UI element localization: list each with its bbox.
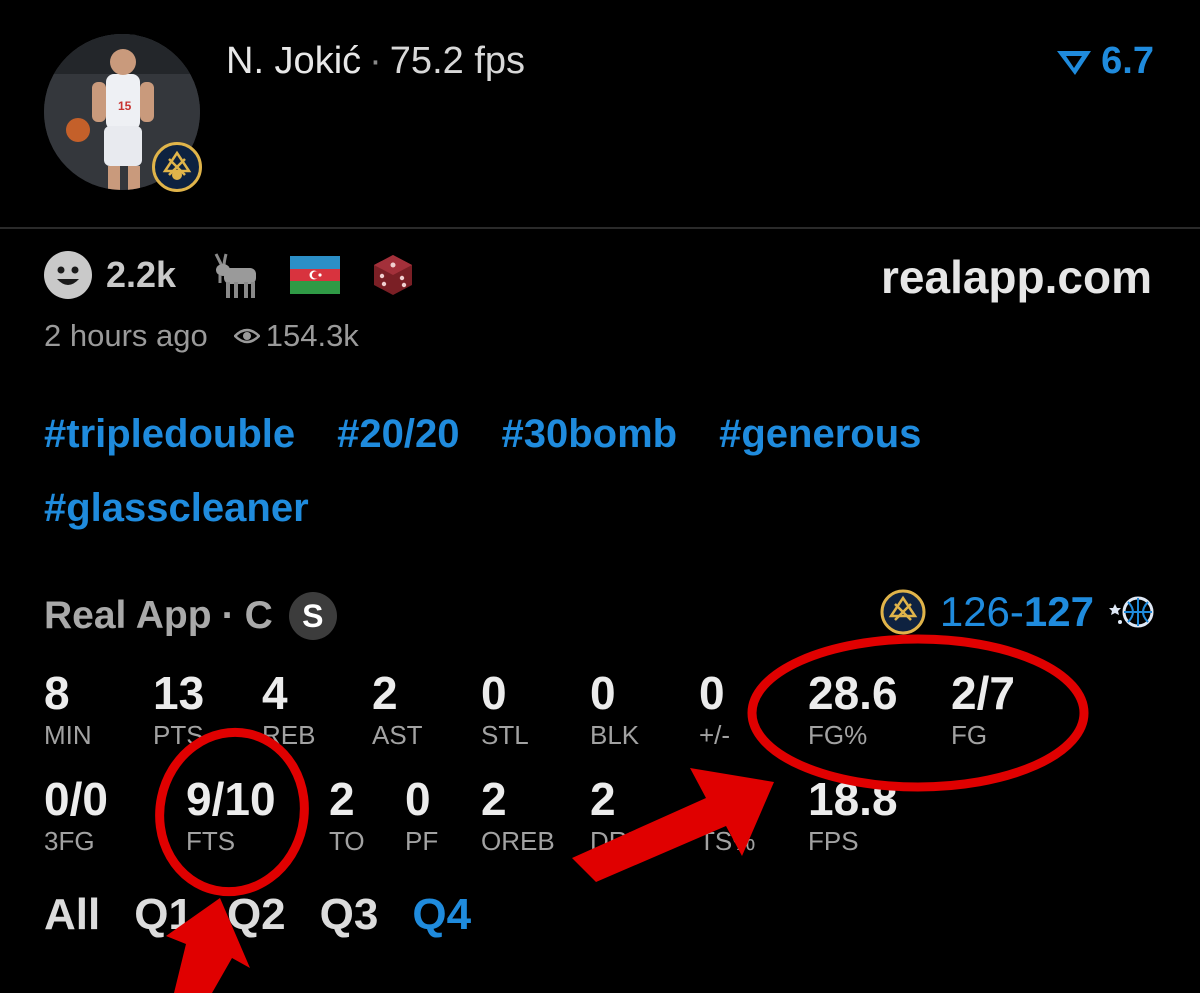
stat-value: 2 [481,773,507,825]
stat-fts: 9/10 FTS [186,774,276,856]
player-name[interactable]: N. Jokić [226,40,361,82]
hashtag[interactable]: #generous [719,408,921,460]
hashtag[interactable]: #30bomb [501,408,677,460]
stat-label: REB [262,720,316,750]
game-score[interactable]: 126-127 [880,588,1156,636]
azerbaijan-flag-icon[interactable] [290,256,341,294]
stat-value: 4 [262,667,288,719]
svg-text:15: 15 [118,99,132,113]
nuggets-logo-icon [152,142,202,192]
hashtag[interactable]: #20/20 [337,408,459,460]
eye-icon [233,326,260,346]
goat-icon[interactable] [210,250,262,300]
stat-stl: 0 STL [481,668,529,750]
stat-label: FG [951,720,988,750]
player-position: C [244,594,273,637]
stat-oreb: 2 OREB [481,774,555,856]
stat-label: 3FG [44,826,95,856]
stat-label: TO [329,826,365,856]
stat-label: PTS [153,720,204,750]
stat-label: TS% [699,826,756,856]
stat-3fg: 0/0 3FG [44,774,108,856]
stat-value: 0 [481,667,507,719]
reaction-count: 2.2k [106,254,177,295]
stat-fps: 18.8 FPS [808,774,898,856]
separator: · [369,40,382,82]
stat-label: +/- [699,720,731,750]
rating-badge[interactable]: 6.7 [1055,40,1154,83]
stat-ts-pct: 77 TS% [699,774,755,856]
stat-fg: 2/7 FG [951,668,1015,750]
separator: · [221,594,235,637]
stat-value: 0/0 [44,773,108,825]
stat-value: 13 [153,667,205,719]
player-line: N. Jokić · 75.2 fps [226,40,525,83]
stat-value: 9/10 [186,773,276,825]
league-info: Real App · C S [44,592,337,640]
reactions-row: 2.2k [44,250,416,300]
quarter-tabs: All Q1 Q2 Q3 Q4 [44,890,505,940]
tab-all[interactable]: All [44,890,100,940]
rating-icon [1057,50,1092,75]
stat-label: FTS [186,826,236,856]
stat-value: 0 [405,773,431,825]
s-badge[interactable]: S [288,592,337,640]
stat-value: 18.8 [808,773,898,825]
stat-value: 0 [590,667,616,719]
view-count: 154.3k [265,318,359,353]
stat-value: 28.6 [808,667,898,719]
annotation-circle-fg [747,634,1089,792]
dice-icon[interactable] [370,252,416,298]
tab-q2[interactable]: Q2 [227,890,286,940]
stat-to: 2 TO [329,774,365,856]
stat-ast: 2 AST [372,668,423,750]
stat-label: DREB [590,826,663,856]
stat-min: 8 MIN [44,668,92,750]
site-link[interactable]: realapp.com [881,250,1152,304]
stat-value: 2 [372,667,398,719]
divider [0,227,1200,229]
nuggets-logo-icon [880,589,926,635]
league-name: Real App [44,594,212,637]
smiley-icon[interactable] [44,251,92,299]
stat-dreb: 2 DREB [590,774,662,856]
stat-label: PF [405,826,439,856]
stat-value: 2/7 [951,667,1015,719]
stat-label: AST [372,720,423,750]
stat-value: 2 [590,773,616,825]
stat-pf: 0 PF [405,774,438,856]
stat-label: STL [481,720,529,750]
stat-value: 8 [44,667,70,719]
meta-row: 2 hours ago 154.3k [44,318,359,354]
stat-label: OREB [481,826,555,856]
hashtag-list: #tripledouble #20/20 #30bomb #generous #glas… [44,408,1154,556]
stat-value: 0 [699,667,725,719]
stat-label: BLK [590,720,640,750]
stat-fg-pct: 28.6 FG% [808,668,898,750]
stat-value: 2 [329,773,355,825]
stat-blk: 0 BLK [590,668,639,750]
hashtag[interactable]: #tripledouble [44,408,295,460]
post-time: 2 hours ago [44,318,208,353]
tab-q4[interactable]: Q4 [412,890,471,940]
hashtag[interactable]: #glasscleaner [44,482,309,534]
player-fps: 75.2 fps [389,40,526,82]
home-score: 126 [939,588,1010,635]
stat-pts: 13 PTS [153,668,204,750]
tab-q1[interactable]: Q1 [134,890,193,940]
stat-value: 77 [699,773,751,825]
score-dash: - [1009,588,1024,635]
tab-q3[interactable]: Q3 [320,890,379,940]
magic-logo-icon [1109,596,1154,628]
stat-label: FPS [808,826,859,856]
stat-plus-minus: 0 +/- [699,668,730,750]
stat-reb: 4 REB [262,668,315,750]
stat-label: FG% [808,720,868,750]
rating-value: 6.7 [1101,40,1154,82]
stat-label: MIN [44,720,92,750]
away-score: 127 [1023,588,1094,635]
